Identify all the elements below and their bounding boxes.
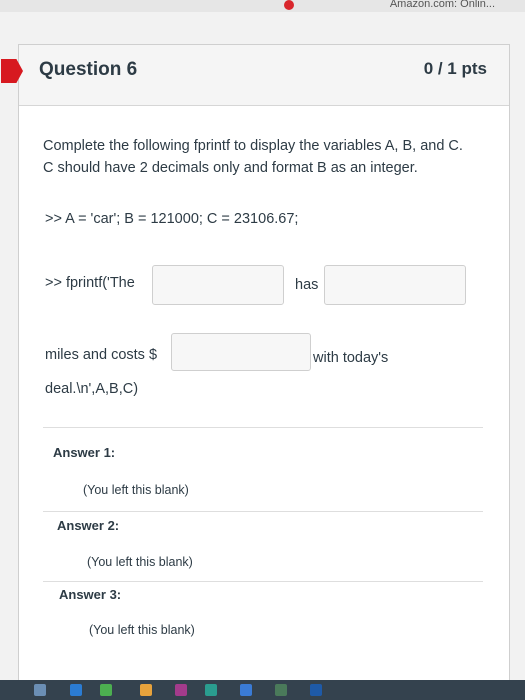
answer-2-value: (You left this blank) xyxy=(87,555,193,569)
question-prompt: Complete the following fprintf to displa… xyxy=(43,138,463,176)
fprintf-suffix: deal.\n',A,B,C) xyxy=(45,381,139,397)
answer-blank-3[interactable] xyxy=(171,333,311,371)
app-icon[interactable] xyxy=(275,684,287,696)
app-icon[interactable] xyxy=(310,684,322,696)
answer-3-label: Answer 3: xyxy=(59,587,122,602)
app-icon[interactable] xyxy=(70,684,82,696)
fprintf-prefix: >> fprintf('The xyxy=(45,275,135,291)
taskbar xyxy=(0,680,525,700)
answer-blank-2[interactable] xyxy=(324,265,466,305)
app-icon[interactable] xyxy=(100,684,112,696)
incorrect-flag-icon xyxy=(1,59,23,83)
question-title: Question 6 xyxy=(39,59,138,80)
fprintf-has: has xyxy=(295,277,319,293)
bookmark-favicon-icon xyxy=(284,0,294,10)
answer-blank-1[interactable] xyxy=(152,265,284,305)
bookmark-amazon[interactable]: Amazon.com: Onlin... xyxy=(390,0,495,10)
answer-1-value: (You left this blank) xyxy=(83,483,189,497)
question-points: 0 / 1 pts xyxy=(423,59,487,78)
app-icon[interactable] xyxy=(205,684,217,696)
question-card: Question 6 0 / 1 pts Complete the follow… xyxy=(1,44,510,686)
answer-1-label: Answer 1: xyxy=(53,445,116,460)
app-icon[interactable] xyxy=(140,684,152,696)
quiz-page: Question 6 0 / 1 pts Complete the follow… xyxy=(0,12,525,686)
app-icon[interactable] xyxy=(240,684,252,696)
answer-3-value: (You left this blank) xyxy=(89,623,195,637)
divider xyxy=(43,427,483,428)
divider xyxy=(43,581,483,582)
answer-2-label: Answer 2: xyxy=(57,518,120,533)
code-statement: >> A = 'car'; B = 121000; C = 23106.67; xyxy=(45,211,299,227)
start-icon[interactable] xyxy=(34,684,46,696)
app-icon[interactable] xyxy=(175,684,187,696)
fprintf-miles-text: miles and costs $ xyxy=(45,347,158,363)
fprintf-today-text: with today's xyxy=(313,350,389,366)
question-header: Question 6 0 / 1 pts xyxy=(1,45,509,106)
divider xyxy=(43,511,483,512)
